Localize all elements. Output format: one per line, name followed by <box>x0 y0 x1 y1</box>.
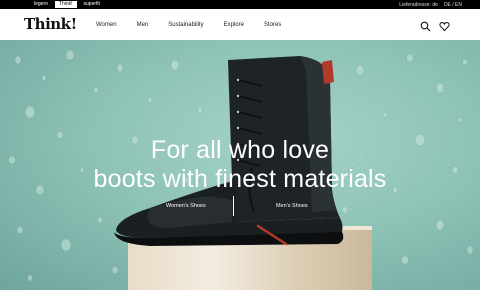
brand-tab-legero[interactable]: legero <box>30 1 52 8</box>
search-icon[interactable] <box>420 19 431 32</box>
brand-tab-superfit[interactable]: superfit <box>80 1 104 8</box>
think-logo[interactable]: Think! <box>24 15 77 33</box>
brand-switcher: legero Think! superfit <box>30 0 104 9</box>
hero-cta-row: Women's Shoes Men's Shoes <box>0 203 480 215</box>
nav-item-sustainability[interactable]: Sustainability <box>168 22 203 28</box>
top-utility-bar: legero Think! superfit Lieferadresse: de… <box>0 0 480 9</box>
language-selector[interactable]: DE / EN <box>444 2 462 8</box>
nav-item-women[interactable]: Women <box>96 22 117 28</box>
main-nav: Women Men Sustainability Explore Stores <box>96 9 281 40</box>
brand-tab-think[interactable]: Think! <box>54 1 77 8</box>
delivery-address-link[interactable]: Lieferadresse: de <box>399 2 438 8</box>
nav-item-men[interactable]: Men <box>137 22 149 28</box>
hero-headline-line1: For all who love <box>150 136 330 164</box>
hero-headline-line2: boots with finest materials <box>93 165 387 193</box>
womens-shoes-link[interactable]: Women's Shoes <box>166 203 206 209</box>
hero-headline: For all who love boots with finest mater… <box>0 136 480 194</box>
nav-item-explore[interactable]: Explore <box>224 22 244 28</box>
header-icons <box>420 19 450 32</box>
nav-item-stores[interactable]: Stores <box>264 22 281 28</box>
main-header: Think! Women Men Sustainability Explore … <box>0 9 480 40</box>
utility-links: Lieferadresse: de DE / EN <box>399 0 462 9</box>
heart-icon[interactable] <box>439 19 450 32</box>
hero-banner[interactable]: For all who love boots with finest mater… <box>0 40 480 290</box>
mens-shoes-link[interactable]: Men's Shoes <box>276 203 308 209</box>
